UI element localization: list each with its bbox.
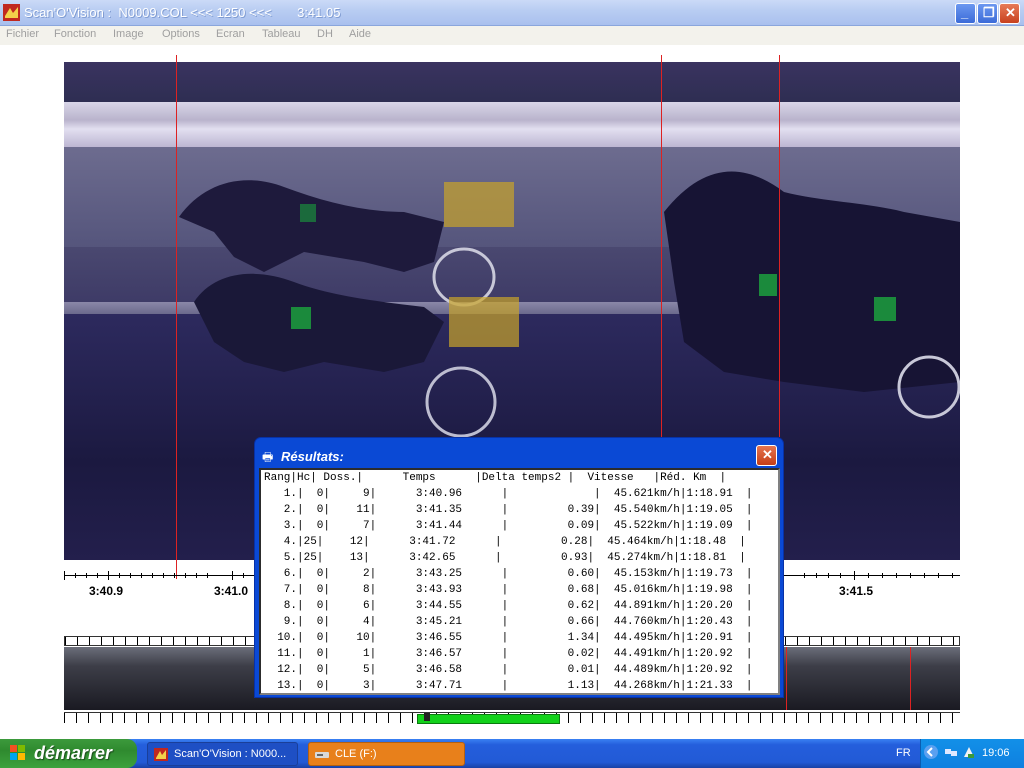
menu-bar: Fichier Fonction Image Options Ecran Tab… [0, 26, 1024, 45]
menu-aide[interactable]: Aide [349, 28, 371, 40]
printer-icon: 🖶 [262, 450, 274, 464]
scroll-position-bar[interactable] [417, 714, 560, 724]
table-row[interactable]: 3.| 0| 7| 3:41.44 | 0.09| 45.522km/h|1:1… [264, 518, 753, 534]
app-icon [3, 4, 20, 21]
results-table[interactable]: Rang|Hc| Doss.| Temps |Delta temps2 | Vi… [259, 468, 780, 695]
table-row[interactable]: 9.| 0| 4| 3:45.21 | 0.66| 44.760km/h|1:2… [264, 614, 753, 630]
start-button[interactable]: démarrer [0, 739, 137, 768]
close-icon: ✕ [1005, 5, 1016, 20]
timing-line[interactable] [779, 55, 780, 437]
maximize-button[interactable]: ❐ [977, 3, 998, 24]
taskbar-item-label: CLE (F:) [335, 748, 377, 760]
menu-ecran[interactable]: Ecran [216, 28, 245, 40]
minimize-button[interactable]: _ [955, 3, 976, 24]
menu-image[interactable]: Image [113, 28, 144, 40]
dialog-title: Résultats: [281, 449, 344, 464]
dialog-title-bar[interactable]: 🖶 Résultats: ✕ [259, 442, 779, 468]
axis-label: 3:41.0 [214, 584, 249, 598]
language-indicator[interactable]: FR [896, 747, 911, 759]
menu-options[interactable]: Options [162, 28, 200, 40]
table-row[interactable]: 4.|25| 12| 3:41.72 | 0.28| 45.464km/h|1:… [264, 534, 746, 550]
close-icon: ✕ [762, 447, 773, 462]
app-icon [154, 748, 168, 761]
close-button[interactable]: ✕ [999, 3, 1020, 24]
results-dialog[interactable]: 🖶 Résultats: ✕ Rang|Hc| Doss.| Temps |De… [254, 437, 784, 698]
dialog-close-button[interactable]: ✕ [756, 445, 777, 466]
network-icon[interactable] [944, 745, 958, 759]
menu-fichier[interactable]: Fichier [6, 28, 39, 40]
windows-logo-icon [10, 745, 25, 760]
table-row[interactable]: 1.| 0| 9| 3:40.96 | | 45.621km/h|1:18.91… [264, 486, 753, 502]
table-row[interactable]: 6.| 0| 2| 3:43.25 | 0.60| 45.153km/h|1:1… [264, 566, 753, 582]
table-row[interactable]: 2.| 0| 11| 3:41.35 | 0.39| 45.540km/h|1:… [264, 502, 753, 518]
table-row[interactable]: 5.|25| 13| 3:42.65 | 0.93| 45.274km/h|1:… [264, 550, 746, 566]
clock[interactable]: 19:06 [982, 747, 1010, 759]
timing-line[interactable] [176, 55, 177, 579]
drive-icon [315, 752, 329, 758]
chevron-left-icon[interactable] [924, 745, 938, 759]
minimize-icon: _ [961, 5, 969, 20]
table-row[interactable]: 13.| 0| 3| 3:47.71 | 1.13| 44.268km/h|1:… [264, 678, 752, 693]
window-title: Scan'O'Vision : N0009.COL <<< 1250 <<< 3… [24, 5, 341, 20]
taskbar-item-drive[interactable]: CLE (F:) [308, 742, 465, 766]
axis-label: 3:40.9 [89, 584, 124, 598]
restore-icon: ❐ [983, 5, 995, 20]
table-row[interactable]: 10.| 0| 10| 3:46.55 | 1.34| 44.495km/h|1… [264, 630, 752, 646]
scroll-marker[interactable] [424, 713, 430, 721]
timing-line[interactable] [661, 55, 662, 437]
axis-label: 3:41.5 [839, 584, 874, 598]
taskbar-item-label: Scan'O'Vision : N000... [174, 748, 287, 760]
start-label: démarrer [34, 743, 113, 763]
table-row[interactable]: 7.| 0| 8| 3:43.93 | 0.68| 45.016km/h|1:1… [264, 582, 753, 598]
table-header: Rang|Hc| Doss.| Temps |Delta temps2 | Vi… [264, 472, 727, 484]
menu-fonction[interactable]: Fonction [54, 28, 96, 40]
table-row[interactable]: 11.| 0| 1| 3:46.57 | 0.02| 44.491km/h|1:… [264, 646, 752, 662]
menu-tableau[interactable]: Tableau [262, 28, 301, 40]
taskbar-item-scanovision[interactable]: Scan'O'Vision : N000... [147, 742, 298, 766]
title-bar[interactable]: Scan'O'Vision : N0009.COL <<< 1250 <<< 3… [0, 0, 1024, 26]
table-row[interactable]: 12.| 0| 5| 3:46.58 | 0.01| 44.489km/h|1:… [264, 662, 752, 678]
table-row[interactable]: 8.| 0| 6| 3:44.55 | 0.62| 44.891km/h|1:2… [264, 598, 753, 614]
safely-remove-icon[interactable] [962, 745, 976, 759]
menu-dh[interactable]: DH [317, 28, 333, 40]
